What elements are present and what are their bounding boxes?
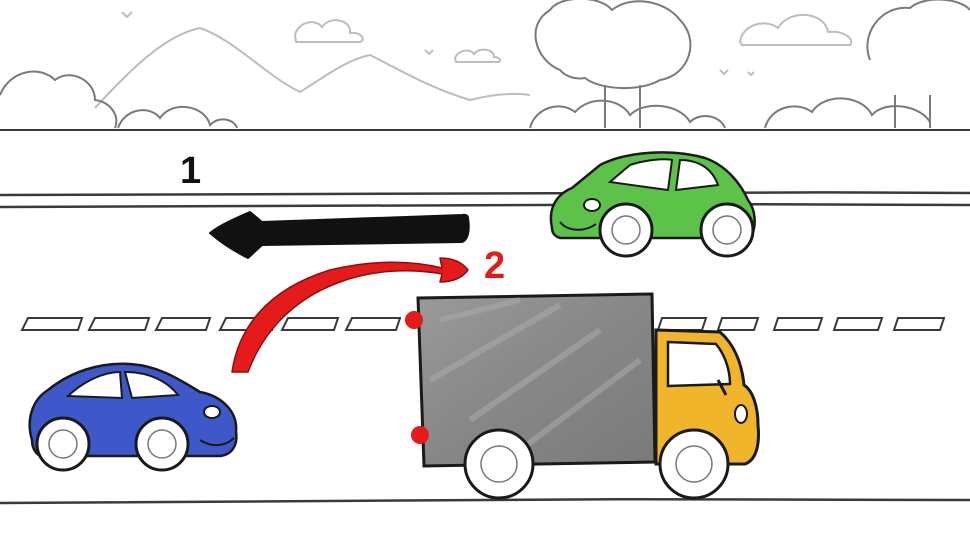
blue-car-rear-wheel — [35, 416, 91, 472]
red-marker-top — [405, 311, 423, 329]
bushes-center — [529, 99, 726, 129]
green-car-front-wheel — [598, 202, 654, 258]
lane-dash — [280, 317, 340, 331]
lane-dash — [716, 317, 760, 331]
lane-dash — [832, 317, 884, 331]
blue-car-front-wheel — [134, 416, 190, 472]
lane-dash — [892, 317, 946, 331]
lane-dash — [20, 317, 84, 331]
tree-center — [534, 0, 692, 128]
lane-dash — [87, 317, 151, 331]
truck-headlight — [734, 404, 748, 424]
lane-dash — [344, 317, 402, 331]
bush-left — [117, 105, 238, 129]
bushes-right — [764, 97, 931, 129]
green-car-rear-wheel — [699, 202, 755, 258]
median-line-1 — [0, 190, 970, 197]
arrow-1-shape — [209, 211, 470, 259]
truck-rear-wheel — [463, 428, 535, 500]
truck-cab-window — [666, 340, 732, 388]
lane-dash — [772, 317, 824, 331]
arrow-1-left — [209, 211, 470, 259]
cloud-small-1 — [293, 19, 364, 43]
mountains — [94, 26, 531, 109]
truck-front-wheel — [658, 428, 730, 500]
red-marker-bottom — [411, 426, 429, 444]
step-1-label: 1 — [180, 150, 201, 192]
median-line-2 — [0, 202, 970, 209]
road-bottom-edge — [0, 497, 970, 505]
birds — [121, 11, 755, 77]
lane-dash — [154, 317, 212, 331]
step-2-label: 2 — [484, 245, 505, 287]
truck — [405, 292, 760, 500]
cloud-small-2 — [453, 48, 502, 63]
blue-car — [28, 362, 238, 472]
blue-car-headlight — [203, 405, 221, 419]
green-car — [549, 151, 756, 258]
lane-dash — [656, 317, 708, 331]
cloud-right — [738, 13, 853, 46]
cloud-left — [0, 70, 118, 129]
traffic-diagram: 1 2 — [0, 0, 970, 505]
green-car-headlight — [583, 198, 601, 212]
background-scenery — [0, 0, 970, 129]
